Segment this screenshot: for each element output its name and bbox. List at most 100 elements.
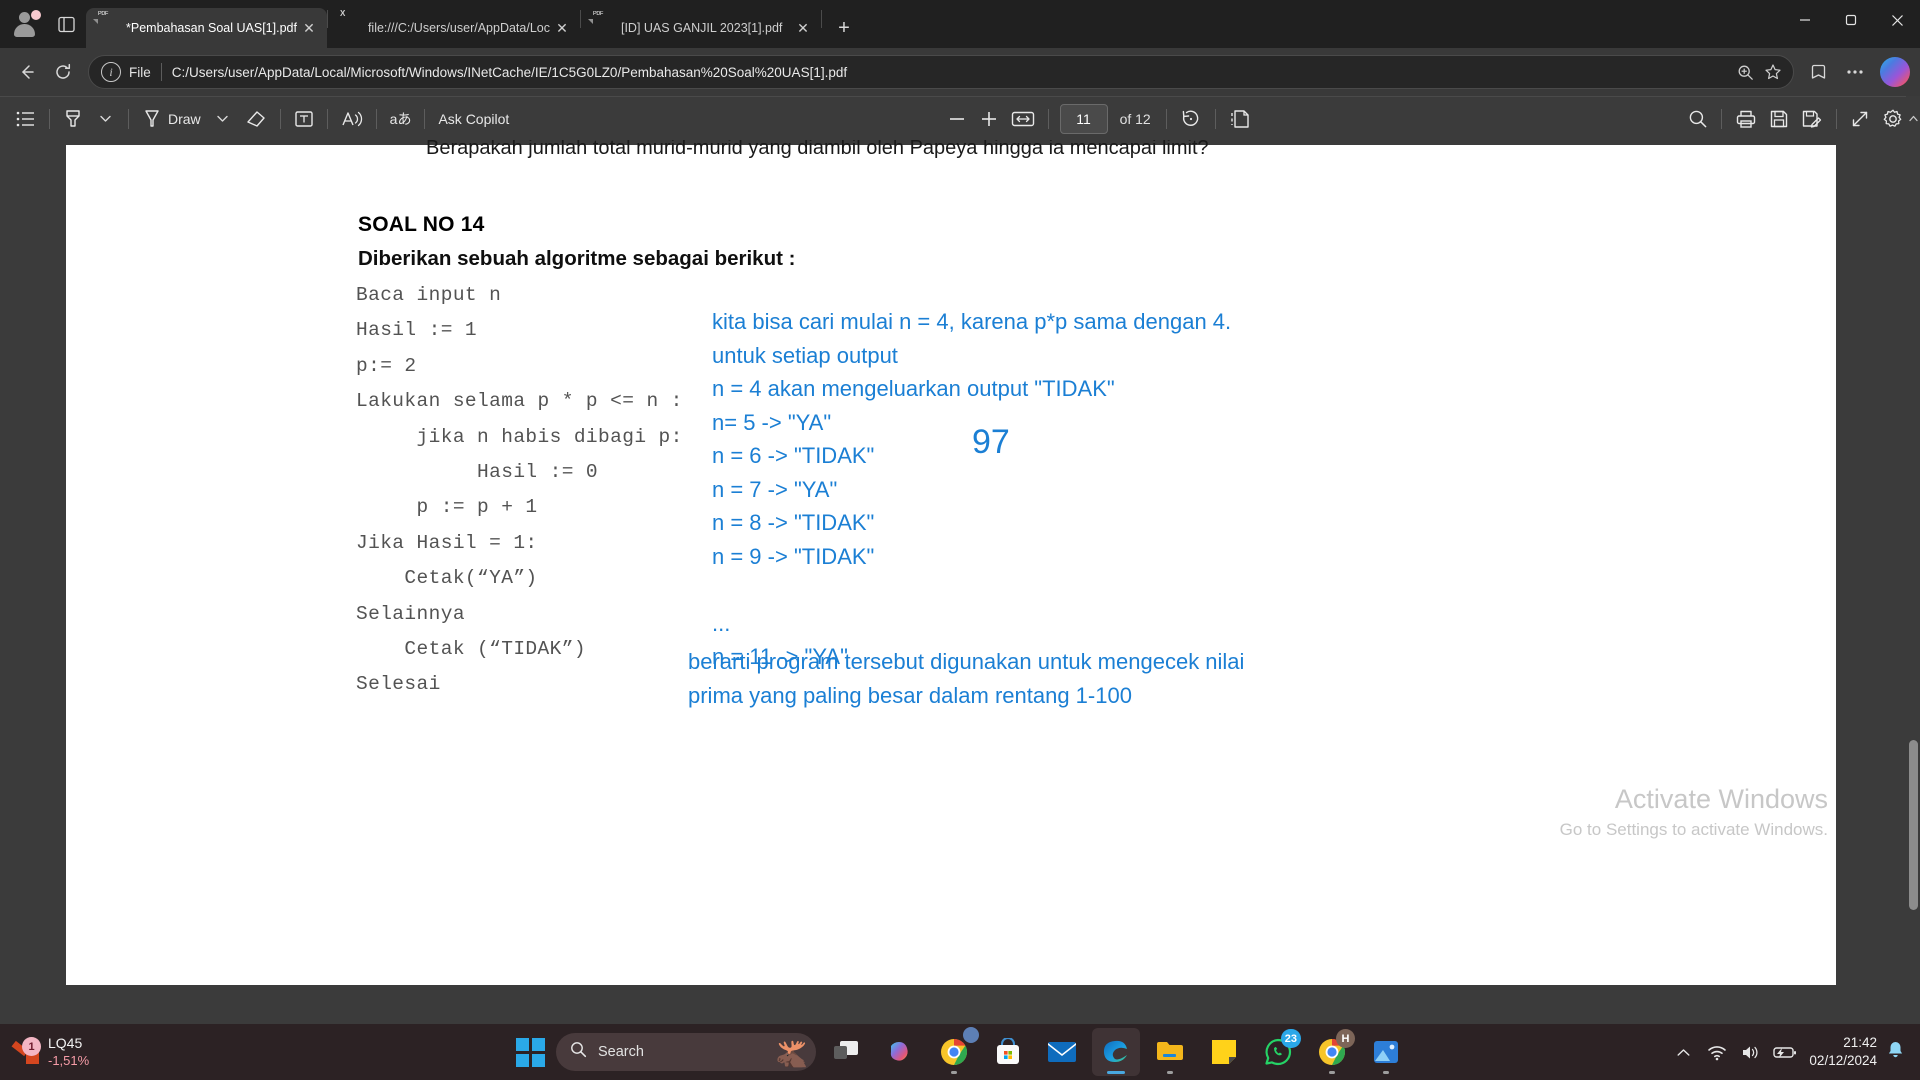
favorite-star-icon[interactable] [1759,58,1787,86]
minimize-button[interactable] [1782,0,1828,40]
taskbar-search-box[interactable]: Search 🫎 [556,1033,816,1071]
translate-label: aあ [389,110,412,127]
address-bar[interactable]: i File C:/Users/user/AppData/Local/Micro… [88,55,1794,89]
clock-date: 02/12/2024 [1809,1053,1877,1068]
taskbar-app-microsoft-store[interactable] [984,1028,1032,1076]
browser-tab-3[interactable]: [ID] UAS GANJIL 2023[1].pdf ✕ [581,8,821,48]
maximize-button[interactable] [1828,0,1874,40]
tab-close-button[interactable]: ✕ [791,16,815,40]
clock[interactable]: 21:42 02/12/2024 [1803,1034,1885,1069]
chevron-down-icon [217,115,228,122]
taskbar-app-sticky-notes[interactable] [1200,1028,1248,1076]
taskbar-app-whatsapp[interactable]: 23 [1254,1028,1302,1076]
zoom-out-button[interactable] [941,103,973,135]
search-document-button[interactable] [1682,103,1714,135]
show-hidden-icons-button[interactable] [1667,1032,1699,1072]
tab-actions-menu-button[interactable] [46,4,86,44]
taskbar-app-task-view[interactable] [822,1028,870,1076]
watermark-subtitle: Go to Settings to activate Windows. [1559,820,1828,839]
print-button[interactable] [1729,103,1763,135]
browser-settings-more-button[interactable] [1838,55,1872,89]
pdf-page: Berapakah jumlah total murid-murid yang … [66,140,1836,985]
zoom-in-button[interactable] [973,103,1005,135]
url-scheme-label: File [129,64,151,80]
profile-initial-badge: H [1336,1029,1355,1048]
tab-close-button[interactable]: ✕ [297,16,321,40]
handwritten-annotation-main: kita bisa cari mulai n = 4, karena p*p s… [712,309,1232,669]
highlight-button[interactable] [57,103,89,135]
taskbar-app-chrome[interactable] [930,1027,979,1076]
browser-tab-1[interactable]: *Pembahasan Soal UAS[1].pdf ✕ [86,8,327,48]
taskbar-center-group: Search 🫎 23 H [510,1027,1410,1076]
close-window-button[interactable] [1874,0,1920,40]
read-aloud-icon [342,111,362,126]
new-tab-button[interactable]: + [828,12,860,44]
wifi-button[interactable] [1701,1032,1733,1072]
taskbar-app-chrome-profile[interactable]: H [1308,1028,1356,1076]
fullscreen-icon [1852,111,1868,126]
save-as-button[interactable] [1795,103,1829,135]
table-of-contents-button[interactable] [10,103,42,135]
fit-to-width-button[interactable] [1005,103,1041,135]
ask-copilot-button[interactable]: Ask Copilot [432,103,515,135]
minimize-icon [1800,19,1810,21]
zoom-indicator-icon[interactable] [1731,58,1759,86]
settings-button[interactable] [1876,103,1910,135]
highlight-dropdown-button[interactable] [89,103,121,135]
site-info-icon[interactable]: i [101,62,121,82]
fullscreen-button[interactable] [1844,103,1876,135]
taskbar-app-photos[interactable] [1362,1028,1410,1076]
pdf-viewer: Berapakah jumlah total murid-murid yang … [0,140,1920,1024]
rotate-icon [1182,110,1199,126]
collections-button[interactable] [1802,55,1836,89]
draw-dropdown-button[interactable] [207,103,239,135]
url-text: C:/Users/user/AppData/Local/Microsoft/Wi… [171,64,848,80]
refresh-button[interactable] [46,55,80,89]
taskbar-app-file-explorer[interactable] [1146,1028,1194,1076]
erase-button[interactable] [239,103,273,135]
rotate-button[interactable] [1174,103,1208,135]
save-button[interactable] [1763,103,1795,135]
algorithm-code-block: Baca input n Hasil := 1 p:= 2 Lakukan se… [356,284,683,696]
page-number-input[interactable]: 11 [1059,103,1108,134]
start-button[interactable] [510,1032,550,1072]
divider [1721,108,1723,129]
divider [160,63,162,81]
stock-widget[interactable]: 1 LQ45 -1,51% [0,1035,200,1069]
profile-avatar[interactable] [6,4,46,44]
volume-button[interactable] [1735,1032,1767,1072]
profile-badge [963,1027,979,1043]
battery-button[interactable] [1769,1032,1801,1072]
save-icon [1770,110,1788,127]
add-text-icon [294,110,313,127]
page-layout-button[interactable] [1223,103,1257,135]
copilot-icon [890,1042,908,1061]
address-bar-row: i File C:/Users/user/AppData/Local/Micro… [0,48,1920,96]
copilot-button[interactable] [1880,57,1910,87]
chevron-up-icon [1677,1048,1690,1056]
pdf-toolbar: Draw aあ Ask Copilot 11 of 12 [0,96,1920,140]
question-heading: SOAL NO 14 [358,213,485,236]
tab-strip: *Pembahasan Soal UAS[1].pdf ✕ file:///C:… [0,0,1920,48]
add-text-button[interactable] [288,103,320,135]
draw-button[interactable]: Draw [136,103,207,135]
minus-icon [949,117,964,120]
read-aloud-button[interactable] [335,103,369,135]
handwritten-annotation-conclusion: berarti program tersebut digunakan untuk… [688,649,1245,708]
taskbar-app-copilot[interactable] [876,1028,924,1076]
divider [1214,108,1216,129]
back-button[interactable] [10,55,44,89]
mail-icon [1048,1042,1076,1062]
browser-tab-2[interactable]: file:///C:/Users/user/AppData/Loc ✕ [328,8,580,48]
chevron-down-icon [99,115,111,122]
search-icon [1689,110,1707,127]
scroll-up-button[interactable] [1906,96,1920,140]
taskbar-app-microsoft-edge[interactable] [1092,1028,1140,1076]
notification-bell-icon[interactable] [1887,1040,1910,1064]
scrollbar-thumb[interactable] [1909,740,1918,910]
sticky-note-icon [1212,1040,1236,1064]
viewer-scrollbar[interactable] [1906,140,1920,1024]
taskbar-app-mail[interactable] [1038,1028,1086,1076]
tab-close-button[interactable]: ✕ [550,16,574,40]
translate-button[interactable]: aあ [384,103,418,135]
